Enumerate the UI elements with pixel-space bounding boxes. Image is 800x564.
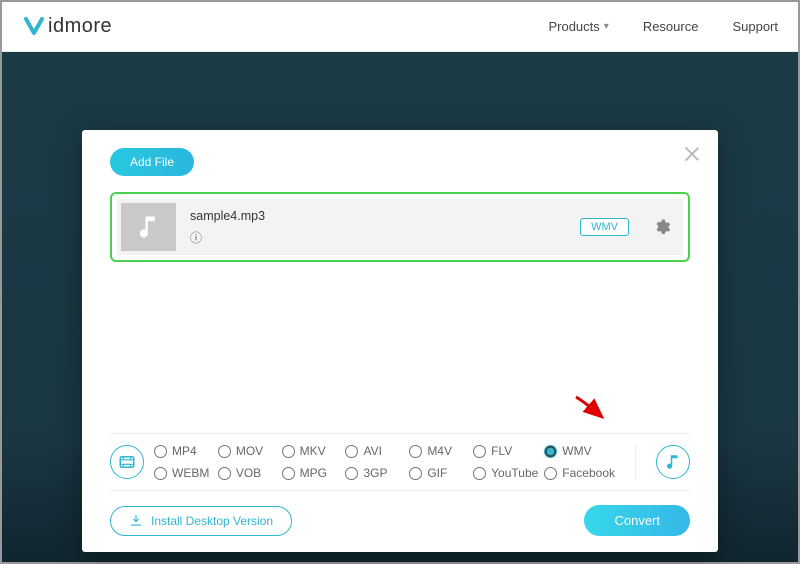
format-option-mkv[interactable]: MKV — [282, 444, 340, 458]
format-label: FLV — [491, 444, 512, 458]
format-label: MPG — [300, 466, 327, 480]
format-label: Facebook — [562, 466, 615, 480]
format-radio-flv[interactable] — [473, 445, 486, 458]
nav-products-label: Products — [548, 19, 599, 34]
nav-products[interactable]: Products ▾ — [548, 19, 608, 34]
file-row[interactable]: sample4.mp3 ⓘ WMV — [117, 199, 683, 255]
format-option-facebook[interactable]: Facebook — [544, 466, 615, 480]
modal-body-spacer — [110, 262, 690, 433]
format-option-gif[interactable]: GIF — [409, 466, 467, 480]
download-icon — [129, 514, 143, 528]
format-label: YouTube — [491, 466, 538, 480]
converter-modal: Add File sample4.mp3 ⓘ WMV — [82, 130, 718, 552]
install-desktop-button[interactable]: Install Desktop Version — [110, 506, 292, 536]
gear-icon[interactable] — [653, 218, 671, 236]
format-radio-mpg[interactable] — [282, 467, 295, 480]
format-radio-facebook[interactable] — [544, 467, 557, 480]
nav-support-label: Support — [732, 19, 778, 34]
audio-thumbnail-icon — [121, 203, 176, 251]
format-radio-mp4[interactable] — [154, 445, 167, 458]
format-option-vob[interactable]: VOB — [218, 466, 276, 480]
format-option-youtube[interactable]: YouTube — [473, 466, 538, 480]
top-navbar: idmore Products ▾ Resource Support — [2, 2, 798, 52]
format-label: 3GP — [363, 466, 387, 480]
format-label: MKV — [300, 444, 326, 458]
format-label: WEBM — [172, 466, 209, 480]
video-category-icon[interactable] — [110, 445, 144, 479]
install-desktop-label: Install Desktop Version — [151, 514, 273, 528]
format-grid: MP4 MOV MKV AVI M4V FLV WMV WEBM VOB MPG 3GP GIF You… — [154, 444, 615, 480]
nav-support[interactable]: Support — [732, 19, 778, 34]
format-radio-mkv[interactable] — [282, 445, 295, 458]
format-option-webm[interactable]: WEBM — [154, 466, 212, 480]
format-label: MP4 — [172, 444, 197, 458]
format-option-mov[interactable]: MOV — [218, 444, 276, 458]
format-option-wmv[interactable]: WMV — [544, 444, 615, 458]
format-radio-wmv[interactable] — [544, 445, 557, 458]
format-radio-vob[interactable] — [218, 467, 231, 480]
format-radio-gif[interactable] — [409, 467, 422, 480]
format-panel: MP4 MOV MKV AVI M4V FLV WMV WEBM VOB MPG 3GP GIF You… — [110, 433, 690, 491]
selected-format-badge[interactable]: WMV — [580, 218, 629, 236]
nav-menu: Products ▾ Resource Support — [548, 19, 778, 34]
audio-category-icon[interactable] — [656, 445, 690, 479]
format-radio-3gp[interactable] — [345, 467, 358, 480]
annotation-arrow-icon — [572, 393, 612, 423]
file-name: sample4.mp3 — [190, 209, 566, 223]
format-label: M4V — [427, 444, 452, 458]
format-label: GIF — [427, 466, 447, 480]
format-label: MOV — [236, 444, 263, 458]
format-radio-webm[interactable] — [154, 467, 167, 480]
format-radio-youtube[interactable] — [473, 467, 486, 480]
file-row-highlight: sample4.mp3 ⓘ WMV — [110, 192, 690, 262]
logo-icon — [22, 15, 46, 39]
add-file-button[interactable]: Add File — [110, 148, 194, 176]
brand-logo[interactable]: idmore — [22, 15, 112, 39]
format-radio-m4v[interactable] — [409, 445, 422, 458]
convert-button[interactable]: Convert — [584, 505, 690, 536]
format-radio-avi[interactable] — [345, 445, 358, 458]
file-meta: sample4.mp3 ⓘ — [190, 209, 566, 246]
nav-resource[interactable]: Resource — [643, 19, 699, 34]
format-divider — [635, 444, 636, 480]
chevron-down-icon: ▾ — [604, 21, 609, 32]
brand-text: idmore — [48, 15, 112, 38]
format-option-3gp[interactable]: 3GP — [345, 466, 403, 480]
format-label: VOB — [236, 466, 261, 480]
format-option-avi[interactable]: AVI — [345, 444, 403, 458]
close-icon[interactable] — [682, 144, 702, 164]
format-radio-mov[interactable] — [218, 445, 231, 458]
modal-footer: Install Desktop Version Convert — [110, 491, 690, 536]
format-option-mpg[interactable]: MPG — [282, 466, 340, 480]
info-icon[interactable]: ⓘ — [190, 229, 204, 246]
format-label: WMV — [562, 444, 591, 458]
nav-resource-label: Resource — [643, 19, 699, 34]
format-option-m4v[interactable]: M4V — [409, 444, 467, 458]
format-option-flv[interactable]: FLV — [473, 444, 538, 458]
format-option-mp4[interactable]: MP4 — [154, 444, 212, 458]
format-label: AVI — [363, 444, 381, 458]
